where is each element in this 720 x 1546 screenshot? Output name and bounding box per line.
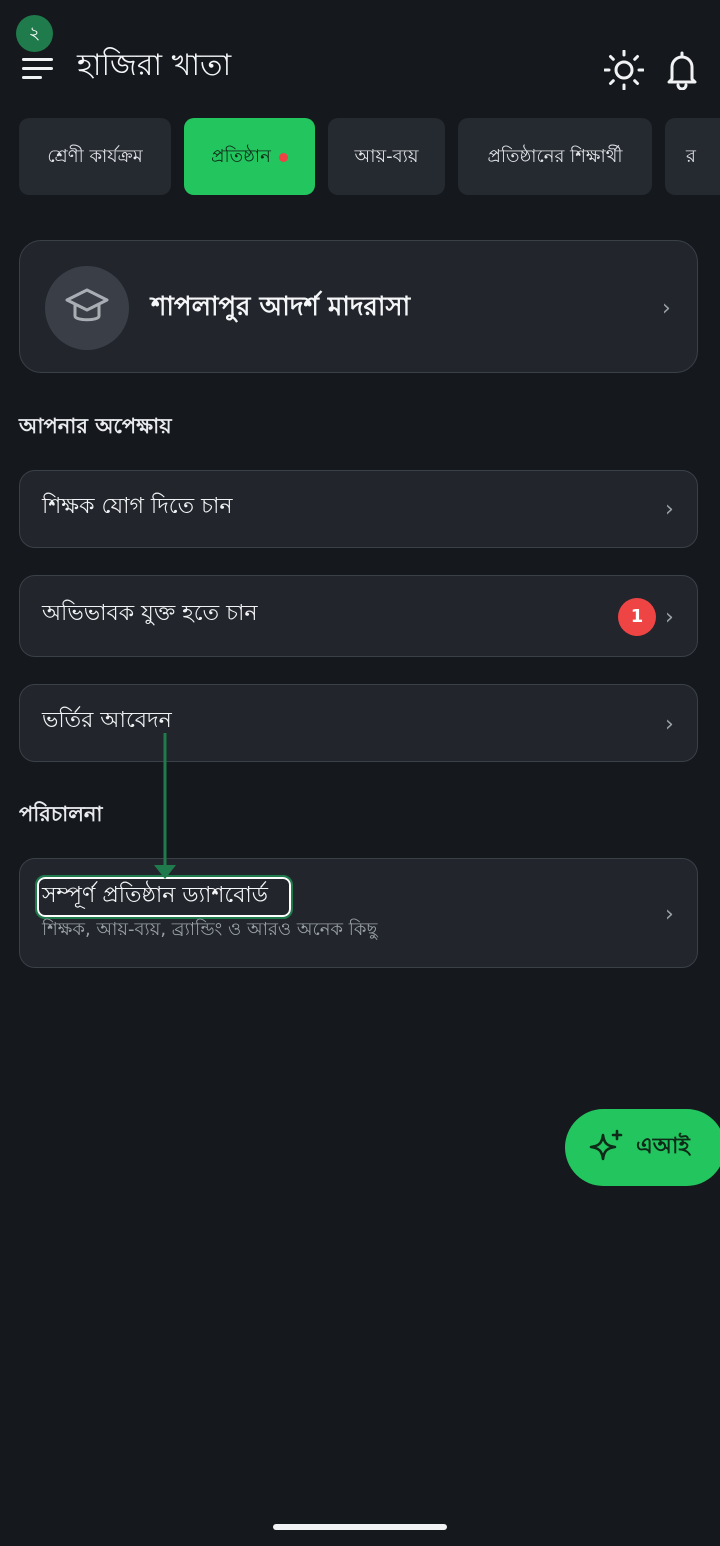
chevron-right-icon: › <box>665 902 674 927</box>
screen: ২ হাজিরা খাতা শ্রেণী কার্যক্রম প্রতিষ্ঠা… <box>0 0 720 1546</box>
home-indicator[interactable] <box>273 1524 447 1530</box>
dashboard-title: সম্পূর্ণ প্রতিষ্ঠান ড্যাশবোর্ড <box>42 883 269 908</box>
institution-dashboard-card[interactable]: সম্পূর্ণ প্রতিষ্ঠান ড্যাশবোর্ড শিক্ষক, আ… <box>19 858 698 968</box>
list-item-guardian-join[interactable]: অভিভাবক যুক্ত হতে চান 1 › <box>19 575 698 657</box>
sun-icon[interactable] <box>603 49 645 91</box>
sparkle-icon <box>589 1129 623 1161</box>
tab-class-activities[interactable]: শ্রেণী কার্যক্রম <box>19 118 171 195</box>
tab-label: আয়-ব্যয় <box>354 146 419 167</box>
notification-dot <box>278 152 288 162</box>
chevron-right-icon: › <box>665 497 674 522</box>
list-item-label: শিক্ষক যোগ দিতে চান <box>42 494 233 519</box>
chevron-right-icon: › <box>665 605 674 630</box>
tab-label: র <box>686 146 696 167</box>
tab-income-expense[interactable]: আয়-ব্যয় <box>328 118 445 195</box>
institution-avatar <box>45 266 129 350</box>
annotation-arrow <box>154 733 176 879</box>
bell-icon[interactable] <box>664 50 700 91</box>
dashboard-subtitle: শিক্ষক, আয়-ব্যয়, ব্র্যান্ডিং ও আরও অনে… <box>42 919 378 940</box>
tab-label: প্রতিষ্ঠানের শিক্ষার্থী <box>487 146 623 167</box>
list-item-admission[interactable]: ভর্তির আবেদন › <box>19 684 698 762</box>
tab-institution-students[interactable]: প্রতিষ্ঠানের শিক্ষার্থী <box>458 118 652 195</box>
step-marker: ২ <box>16 15 53 52</box>
ai-button-label: এআই <box>636 1134 690 1159</box>
menu-icon[interactable] <box>22 56 54 82</box>
tab-more[interactable]: র <box>665 118 720 195</box>
tab-label: প্রতিষ্ঠান <box>211 146 271 167</box>
list-item-label: অভিভাবক যুক্ত হতে চান <box>42 601 258 626</box>
list-item-teacher-join[interactable]: শিক্ষক যোগ দিতে চান › <box>19 470 698 548</box>
tab-bar: শ্রেণী কার্যক্রম প্রতিষ্ঠান আয়-ব্যয় প্… <box>19 118 720 195</box>
tab-label: শ্রেণী কার্যক্রম <box>47 146 143 167</box>
chevron-right-icon: › <box>665 712 674 737</box>
graduation-cap-icon <box>65 288 109 322</box>
institution-name: শাপলাপুর আদর্শ মাদরাসা <box>151 292 411 322</box>
institution-card[interactable]: শাপলাপুর আদর্শ মাদরাসা › <box>19 240 698 373</box>
chevron-right-icon: › <box>662 296 671 321</box>
management-section-title: পরিচালনা <box>19 802 103 826</box>
app-title: হাজিরা খাতা <box>77 48 232 83</box>
tab-institution[interactable]: প্রতিষ্ঠান <box>184 118 315 195</box>
ai-assistant-button[interactable]: এআই <box>565 1109 720 1186</box>
count-badge: 1 <box>618 598 656 636</box>
pending-section-title: আপনার অপেক্ষায় <box>19 414 172 438</box>
